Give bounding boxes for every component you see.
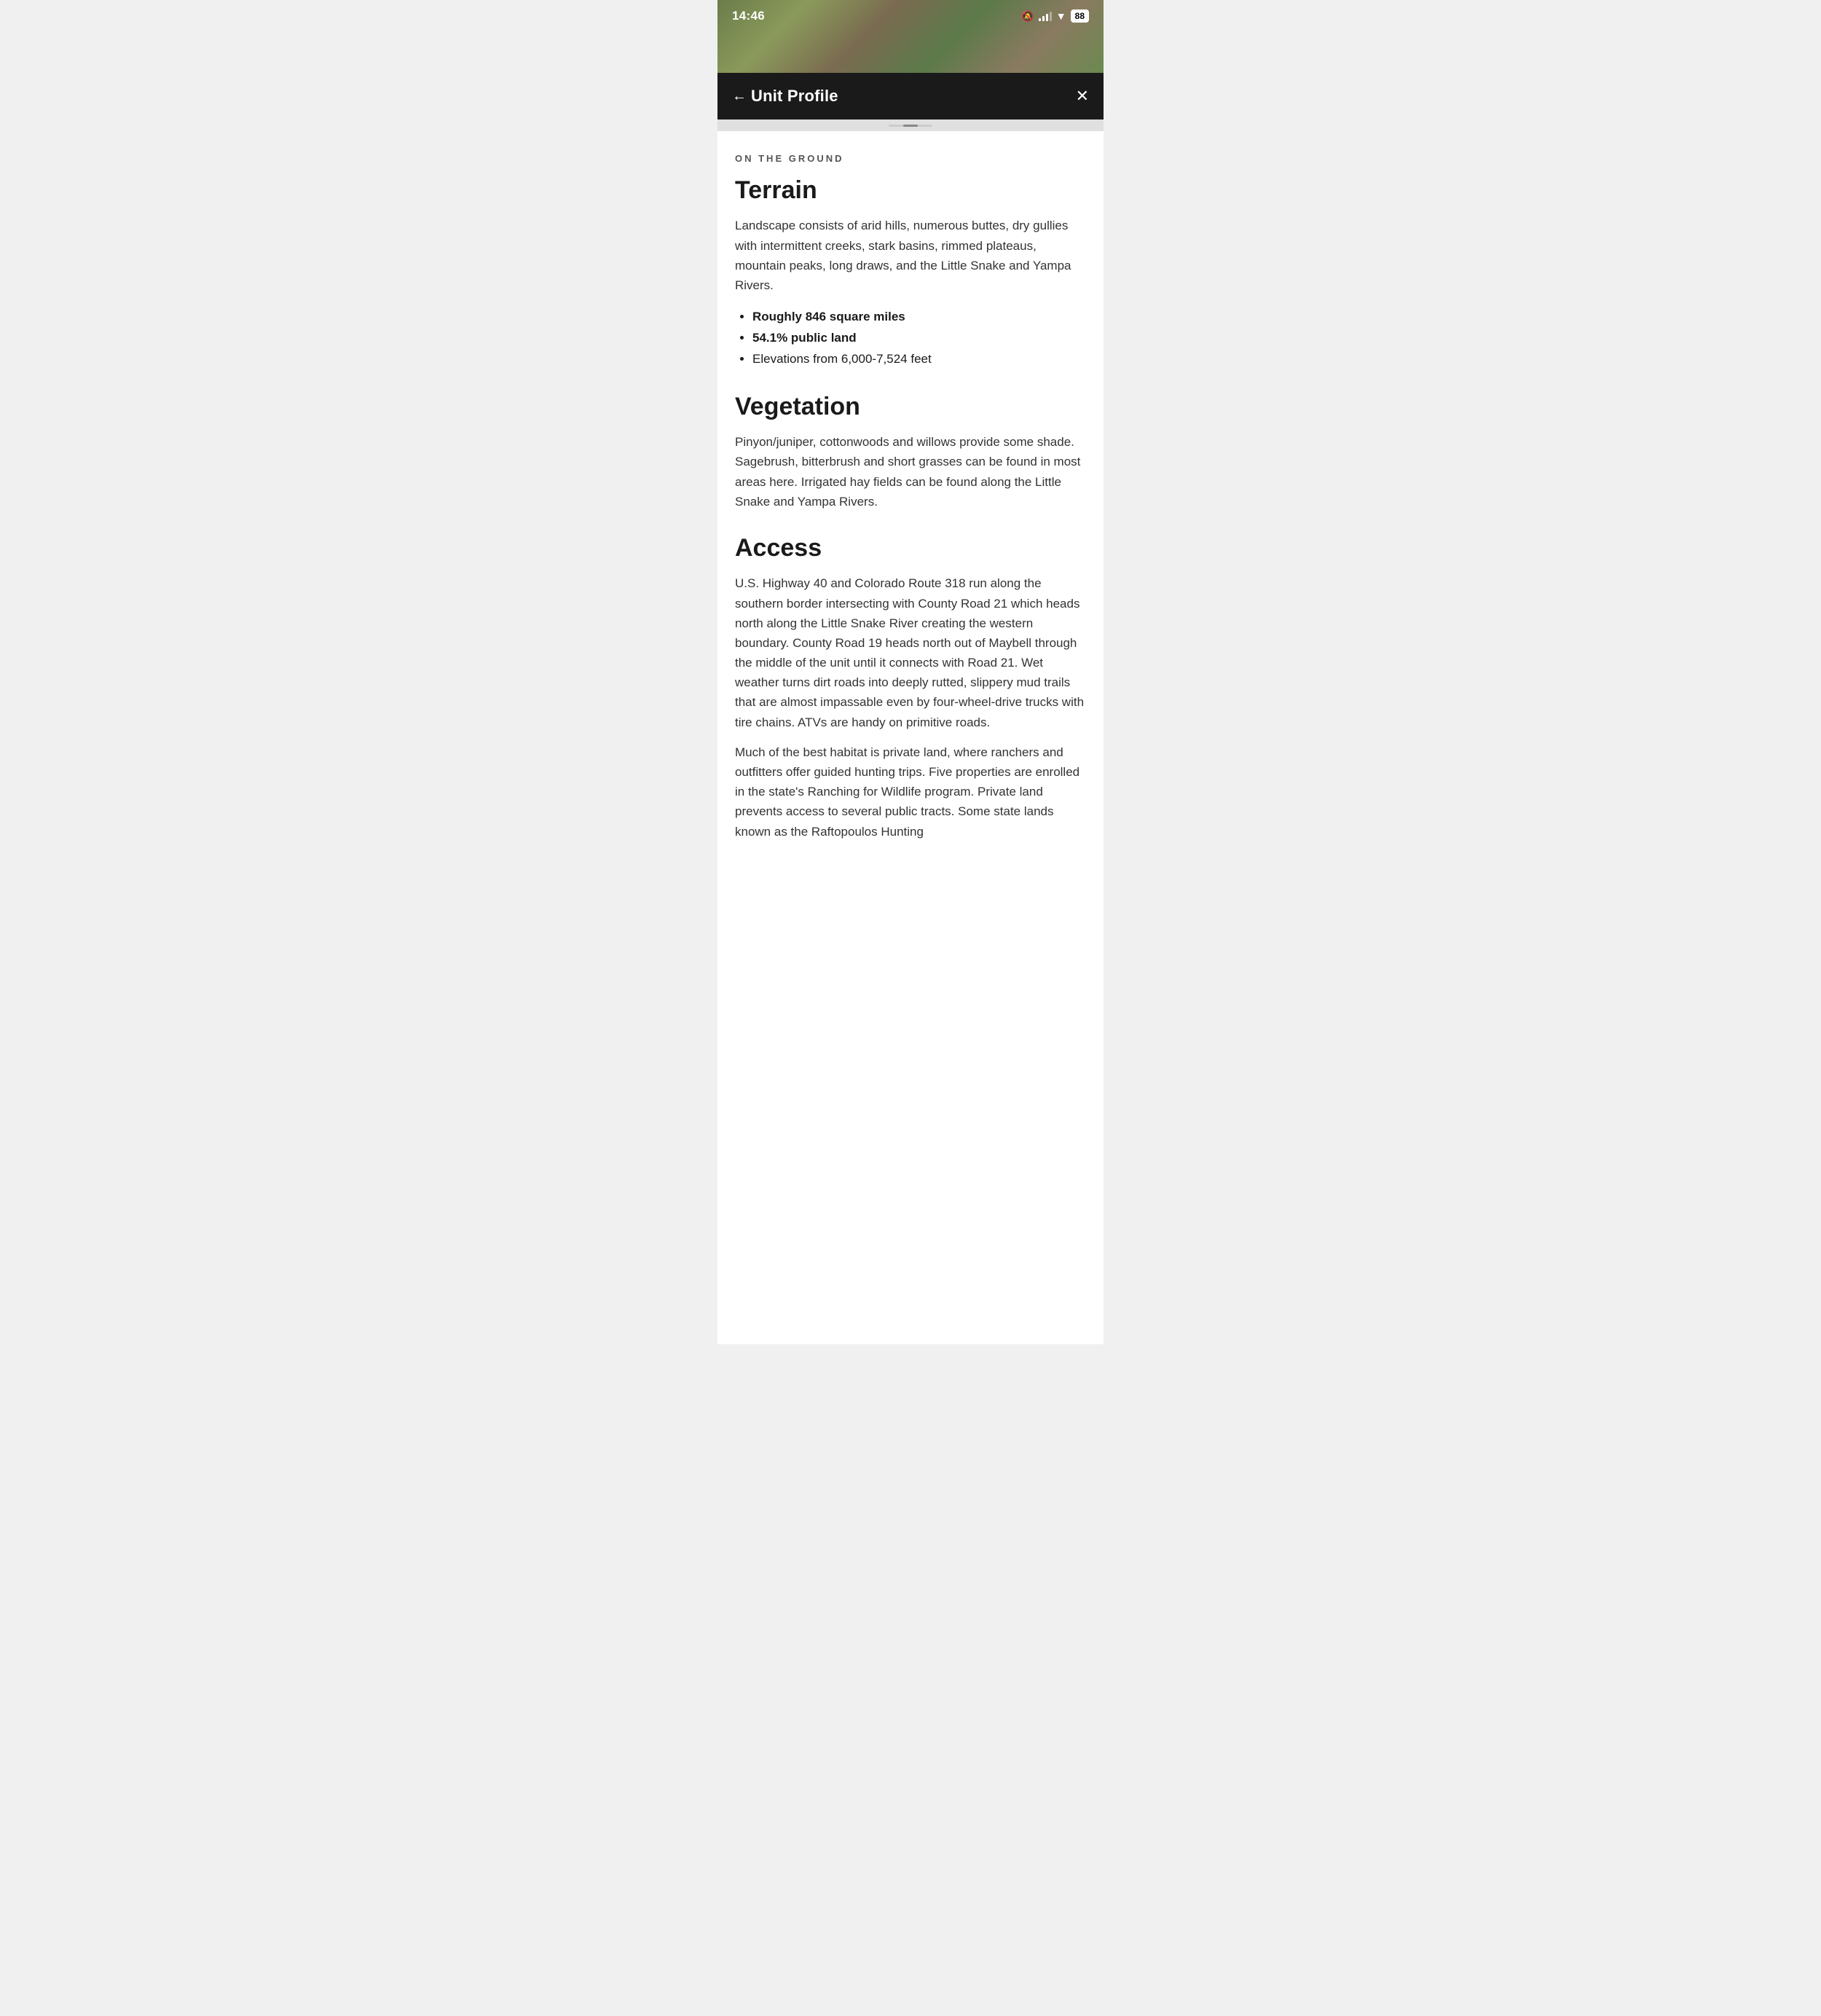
status-icons: 🔕 ▼ 88: [1021, 9, 1089, 23]
access-text-2: Much of the best habitat is private land…: [735, 745, 1079, 839]
signal-bars: [1039, 11, 1052, 21]
back-icon: ←: [732, 88, 747, 105]
access-section: Access U.S. Highway 40 and Colorado Rout…: [735, 535, 1086, 842]
access-heading: Access: [735, 535, 1086, 562]
signal-bar-1: [1039, 18, 1041, 21]
terrain-heading: Terrain: [735, 177, 1086, 204]
scroll-track: [889, 125, 932, 127]
close-button[interactable]: ✕: [1076, 88, 1089, 104]
battery-level: 88: [1071, 9, 1089, 23]
vegetation-section: Vegetation Pinyon/juniper, cottonwoods a…: [735, 393, 1086, 511]
status-time: 14:46: [732, 9, 765, 23]
content-area: ON THE GROUND Terrain Landscape consists…: [717, 131, 1104, 894]
signal-bar-2: [1042, 16, 1045, 21]
section-label: ON THE GROUND: [735, 153, 1086, 164]
nav-bar: ← Unit Profile ✕: [717, 73, 1104, 119]
signal-bar-4: [1050, 12, 1052, 21]
vegetation-description: Pinyon/juniper, cottonwoods and willows …: [735, 432, 1086, 511]
terrain-bullet-1: Roughly 846 square miles: [752, 307, 1086, 328]
terrain-description: Landscape consists of arid hills, numero…: [735, 216, 1086, 295]
scroll-thumb: [903, 125, 918, 127]
scroll-indicator: [717, 119, 1104, 131]
vegetation-heading: Vegetation: [735, 393, 1086, 420]
back-button[interactable]: ← Unit Profile: [732, 87, 838, 106]
status-bar: 14:46 🔕 ▼ 88: [717, 0, 1104, 32]
phone-frame: 14:46 🔕 ▼ 88 ← Unit Profile ✕: [717, 0, 1104, 1344]
terrain-bullet-2: 54.1% public land: [752, 328, 1086, 349]
signal-bar-3: [1046, 14, 1048, 21]
terrain-bullet-3: Elevations from 6,000-7,524 feet: [752, 349, 1086, 370]
wifi-icon: ▼: [1056, 10, 1066, 22]
bell-icon: 🔕: [1021, 10, 1034, 23]
access-paragraph-1: U.S. Highway 40 and Colorado Route 318 r…: [735, 573, 1086, 732]
terrain-bullet-list: Roughly 846 square miles 54.1% public la…: [735, 307, 1086, 370]
access-paragraph-2: Much of the best habitat is private land…: [735, 742, 1086, 842]
terrain-section: Terrain Landscape consists of arid hills…: [735, 177, 1086, 370]
nav-title: Unit Profile: [751, 87, 838, 106]
map-area: 14:46 🔕 ▼ 88: [717, 0, 1104, 73]
